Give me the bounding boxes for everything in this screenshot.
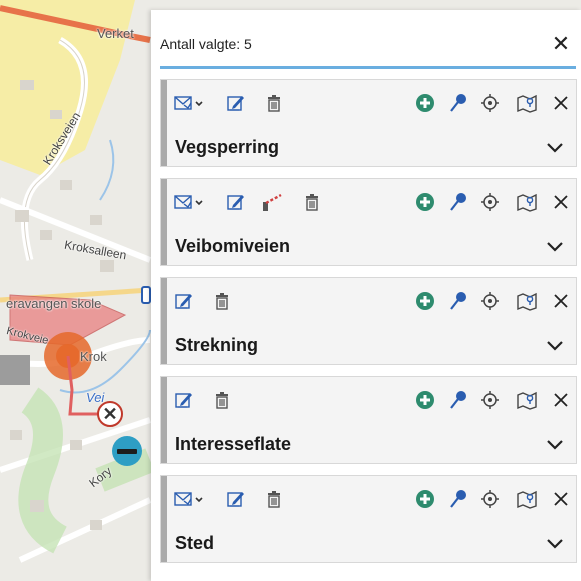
pin-icon[interactable]: [447, 389, 469, 411]
chevron-down-icon[interactable]: [544, 433, 566, 455]
close-icon[interactable]: [550, 389, 572, 411]
pin-icon[interactable]: [447, 290, 469, 312]
map-label-verket: Verket: [97, 26, 134, 41]
selection-card: Strekning: [160, 277, 577, 365]
pin-icon[interactable]: [447, 191, 469, 213]
map-label-skole: eravangen skole: [6, 296, 102, 311]
card-title: Veibomiveien: [175, 236, 291, 256]
delete-icon[interactable]: [263, 92, 285, 114]
map-icon[interactable]: [516, 290, 538, 312]
target-icon[interactable]: [479, 290, 501, 312]
target-icon[interactable]: [479, 92, 501, 114]
selection-card: Vegsperring: [160, 79, 577, 167]
target-icon[interactable]: [479, 191, 501, 213]
chevron-down-icon[interactable]: [544, 136, 566, 158]
map-icon[interactable]: [516, 389, 538, 411]
add-icon[interactable]: [414, 92, 436, 114]
close-icon[interactable]: [550, 488, 572, 510]
chevron-down-icon[interactable]: [544, 334, 566, 356]
edit-icon[interactable]: [173, 290, 195, 312]
target-icon[interactable]: [479, 389, 501, 411]
chevron-down-icon[interactable]: [544, 235, 566, 257]
edit-icon[interactable]: [225, 92, 247, 114]
map-label-krok: Krok: [80, 349, 107, 364]
edit-icon[interactable]: [225, 191, 247, 213]
map-icon[interactable]: [516, 488, 538, 510]
card-title: Sted: [175, 533, 215, 553]
panel-header: Antall valgte: 5 ✕: [151, 10, 581, 66]
map-edge-marker[interactable]: [141, 286, 151, 304]
add-icon[interactable]: [414, 389, 436, 411]
delete-icon[interactable]: [301, 191, 323, 213]
close-icon[interactable]: [550, 290, 572, 312]
target-icon[interactable]: [479, 488, 501, 510]
add-icon[interactable]: [414, 191, 436, 213]
mail-dropdown-icon[interactable]: [173, 92, 205, 114]
close-icon[interactable]: [550, 191, 572, 213]
close-circle-icon[interactable]: ✕: [97, 401, 123, 427]
selection-card: Interesseflate: [160, 376, 577, 464]
delete-icon[interactable]: [211, 290, 233, 312]
barrier-icon[interactable]: [261, 191, 283, 213]
pin-icon[interactable]: [447, 92, 469, 114]
map-icon[interactable]: [516, 92, 538, 114]
map-icon[interactable]: [516, 191, 538, 213]
add-icon[interactable]: [414, 488, 436, 510]
edit-icon[interactable]: [225, 488, 247, 510]
chevron-down-icon[interactable]: [544, 532, 566, 554]
close-icon[interactable]: [550, 92, 572, 114]
add-icon[interactable]: [414, 290, 436, 312]
mail-dropdown-icon[interactable]: [173, 488, 205, 510]
close-panel-button[interactable]: ✕: [549, 32, 573, 56]
mail-dropdown-icon[interactable]: [173, 191, 205, 213]
card-title: Strekning: [175, 335, 259, 355]
delete-icon[interactable]: [263, 488, 285, 510]
edit-icon[interactable]: [173, 389, 195, 411]
card-title: Interesseflate: [175, 434, 292, 454]
pin-icon[interactable]: [447, 488, 469, 510]
delete-icon[interactable]: [211, 389, 233, 411]
selection-card: Sted: [160, 475, 577, 563]
selection-card: Veibomiveien: [160, 178, 577, 266]
minus-circle-icon[interactable]: [112, 436, 142, 466]
selection-panel: Antall valgte: 5 ✕ Vegsperring Veibomivei…: [151, 10, 581, 581]
card-title: Vegsperring: [175, 137, 280, 157]
header-divider: [160, 66, 576, 69]
selected-count-title: Antall valgte: 5: [160, 36, 252, 52]
